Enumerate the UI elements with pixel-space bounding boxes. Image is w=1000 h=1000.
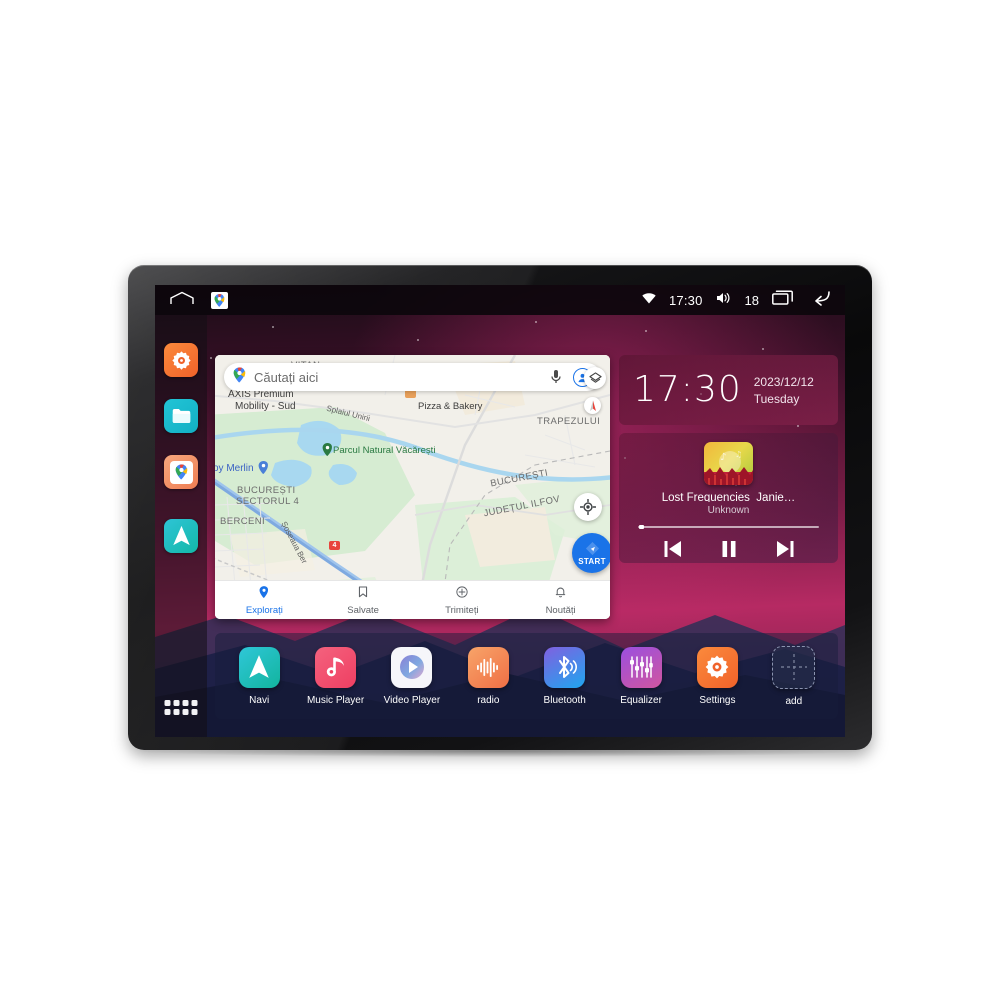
progress-knob[interactable]: [639, 525, 644, 530]
compass-icon[interactable]: [584, 397, 601, 414]
device-screen: 17:30 18 4 AXIS Premium Mobility - Sud P…: [155, 285, 845, 737]
sidebar-item-settings[interactable]: [164, 343, 198, 377]
status-bar-left: [169, 291, 228, 310]
map-label: BUCUREȘTI: [237, 485, 296, 496]
gear-icon: [696, 646, 738, 688]
map-nav-label: Trimiteți: [445, 604, 479, 616]
dock-app-video-player[interactable]: Video Player: [380, 646, 444, 706]
map-label: Mobility - Sud: [235, 401, 296, 412]
search-input[interactable]: Căutați aici: [254, 370, 549, 385]
sidebar-item-navi[interactable]: [164, 519, 198, 553]
map-label: TRAPEZULUI: [537, 416, 601, 427]
map-label: SECTORUL 4: [236, 496, 300, 507]
map-nav-salvate[interactable]: Salvate: [314, 585, 413, 616]
dock-app-label: Equalizer: [620, 694, 662, 706]
dock-app-bluetooth[interactable]: Bluetooth: [533, 646, 597, 706]
dock-app-label: Music Player: [306, 694, 365, 706]
sidebar-item-files[interactable]: [164, 399, 198, 433]
playback-controls: [663, 540, 795, 563]
dock-app-label: Settings: [699, 694, 736, 706]
dock-app-settings[interactable]: Settings: [685, 646, 749, 706]
equalizer-sliders-icon: [620, 646, 662, 688]
dock-app-label: Bluetooth: [543, 694, 586, 706]
song-title: Lost Frequencies_Janie…: [661, 491, 796, 503]
bookmark-icon: [358, 585, 368, 603]
start-navigation-button[interactable]: START: [572, 533, 610, 573]
dock-app-music-player[interactable]: Music Player: [304, 646, 368, 706]
dock-app-label: radio: [477, 694, 500, 706]
car-head-unit-device: 17:30 18 4 AXIS Premium Mobility - Sud P…: [128, 265, 872, 750]
map-nav-explorati[interactable]: Explorați: [215, 585, 314, 616]
folder-icon: [172, 409, 190, 423]
location-pin-icon: [259, 585, 269, 603]
navigation-diamond-icon: [585, 541, 599, 555]
map-nav-label: Noutăți: [545, 604, 576, 616]
dock-app-add[interactable]: add: [762, 645, 826, 707]
map-label: BERCENI: [220, 516, 266, 527]
dock-app-label: Video Player: [383, 694, 441, 706]
route-shield: 4: [329, 541, 340, 550]
home-icon[interactable]: [169, 291, 195, 310]
sidebar-item-google-maps[interactable]: [164, 455, 198, 489]
dock-app-radio[interactable]: radio: [456, 646, 520, 706]
start-button-label: START: [578, 556, 606, 566]
previous-track-button[interactable]: [663, 540, 683, 563]
google-maps-pin-icon: [175, 464, 187, 480]
dock-app-equalizer[interactable]: Equalizer: [609, 646, 673, 706]
map-search-bar[interactable]: Căutați aici: [224, 363, 601, 391]
google-maps-pin-icon: [233, 366, 246, 388]
map-nav-label: Explorați: [245, 604, 283, 616]
song-artist: Unknown: [707, 505, 750, 517]
bell-icon: [555, 585, 566, 603]
gear-icon: [171, 350, 191, 370]
volume-icon: [716, 291, 732, 309]
map-nav-noutati[interactable]: Noutăți: [511, 585, 610, 616]
map-label: Pizza & Bakery: [418, 401, 483, 412]
music-player-widget: ♪ ♫ Lost Frequencies_Janie… Unknown: [619, 433, 838, 563]
dock-app-label: Navi: [249, 694, 270, 706]
app-drawer-grid-icon[interactable]: [164, 700, 198, 715]
navigation-arrow-icon: [172, 525, 190, 546]
clock-date: 2023/12/12: [753, 374, 814, 389]
recent-apps-icon[interactable]: [772, 290, 794, 310]
layers-icon[interactable]: [584, 367, 606, 389]
app-dock: Navi Music Player Video Player radio Blu…: [215, 633, 838, 719]
volume-level: 18: [744, 292, 759, 308]
next-track-button[interactable]: [775, 540, 795, 563]
plus-circle-icon: [456, 585, 468, 603]
clock-time: 17:30: [633, 369, 742, 410]
clock-date-block: 2023/12/12 Tuesday: [754, 375, 814, 406]
google-maps-card: 4 VITAN AXIS Premium Mobility - Sud Pizz…: [215, 355, 610, 619]
playback-progress-bar[interactable]: [638, 525, 819, 530]
album-art[interactable]: ♪ ♫: [704, 442, 753, 485]
dock-app-label: add: [785, 695, 803, 707]
wifi-icon: [642, 291, 656, 309]
play-circle-icon: [391, 646, 433, 688]
dock-app-navi[interactable]: Navi: [227, 646, 291, 706]
status-bar: 17:30 18: [155, 285, 845, 315]
svg-text:♪: ♪: [720, 452, 726, 463]
svg-text:♫: ♫: [735, 450, 742, 459]
radio-waveform-icon: [467, 646, 509, 688]
screenshot-root: 17:30 18 4 AXIS Premium Mobility - Sud P…: [0, 0, 1000, 1000]
map-label: oy Merlin: [215, 463, 254, 474]
map-nav-trimiteti[interactable]: Trimiteți: [413, 585, 512, 616]
my-location-icon[interactable]: [574, 493, 602, 521]
status-time: 17:30: [668, 292, 703, 308]
add-placeholder-icon: [772, 645, 816, 689]
google-maps-icon[interactable]: [211, 291, 228, 309]
microphone-icon[interactable]: [549, 369, 563, 385]
map-label: Parcul Natural Văcărești: [333, 445, 436, 456]
left-sidebar: [155, 315, 207, 737]
map-bottom-nav: Explorați Salvate Trimiteți Noutăți: [215, 580, 610, 619]
music-note-icon: [315, 646, 357, 688]
clock-weekday: Tuesday: [753, 391, 800, 406]
navigation-arrow-icon: [238, 646, 280, 688]
clock-widget[interactable]: 17:30 2023/12/12 Tuesday: [619, 355, 838, 425]
map-nav-label: Salvate: [347, 604, 379, 616]
bluetooth-icon: [544, 646, 586, 688]
pause-button[interactable]: [721, 540, 737, 563]
status-bar-right: 17:30 18: [642, 290, 831, 311]
back-arrow-icon[interactable]: [807, 290, 831, 311]
